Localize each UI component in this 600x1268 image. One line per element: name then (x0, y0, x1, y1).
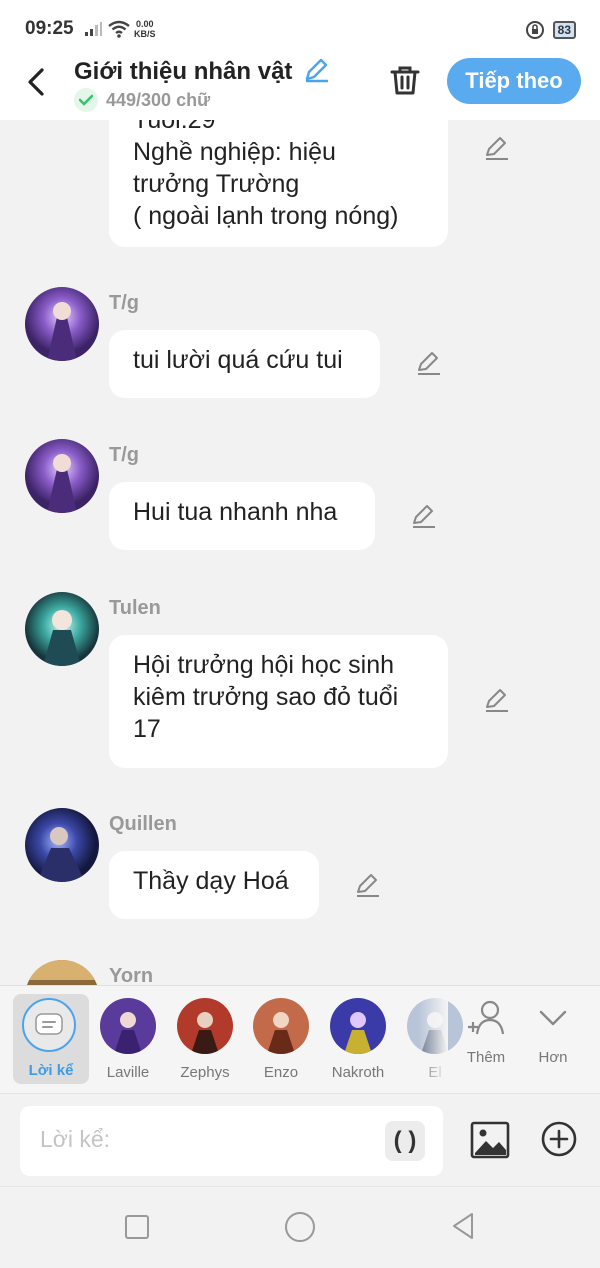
more-button[interactable]: Hơn (523, 1000, 583, 1066)
add-person-icon (468, 1000, 505, 1035)
message-line: Hội trưởng hội học sinh (133, 651, 395, 679)
edit-message-icon[interactable] (482, 687, 510, 715)
narrator-avatar (22, 998, 76, 1052)
status-time: 09:25 (25, 18, 74, 39)
home-icon[interactable] (285, 1212, 315, 1242)
character-avatar (177, 998, 233, 1054)
edit-title-pencil-icon[interactable] (302, 56, 330, 84)
message-bubble[interactable]: Thầy dạy Hoá (109, 851, 319, 919)
add-character-button[interactable]: Thêm (456, 1000, 516, 1066)
message-line: 17 (133, 715, 161, 743)
avatar[interactable] (25, 287, 99, 361)
nav-back-icon[interactable] (450, 1211, 476, 1241)
character-item[interactable]: Enzo (245, 998, 317, 1081)
back-arrow-icon[interactable] (22, 66, 52, 98)
character-avatar (100, 998, 156, 1054)
page-title: Giới thiệu nhân vật (74, 58, 293, 85)
char-count: 449/300 chữ (74, 88, 210, 112)
message-bubble[interactable]: Hui tua nhanh nha (109, 482, 375, 550)
signal-icon (85, 22, 102, 36)
recent-apps-icon[interactable] (125, 1215, 149, 1239)
character-item[interactable]: Nakroth (322, 998, 394, 1081)
sender-name: Yorn (109, 965, 154, 985)
char-count-text: 449/300 chữ (106, 89, 211, 110)
more-label: Hơn (538, 1049, 568, 1066)
rotation-lock-icon (525, 21, 544, 39)
input-placeholder: Lời kể: (40, 1126, 111, 1152)
character-avatar (330, 998, 386, 1054)
message-bubble[interactable]: tui lười quá cứu tui (109, 330, 380, 398)
message-line: tui lười quá cứu tui (133, 346, 343, 374)
avatar[interactable] (25, 960, 99, 985)
sender-name: T/g (109, 444, 139, 466)
chevron-down-icon (539, 1010, 567, 1026)
avatar[interactable] (25, 439, 99, 513)
character-item[interactable]: Laville (92, 998, 164, 1081)
image-icon[interactable] (470, 1120, 510, 1160)
narrator-tile[interactable]: Lời kể (13, 994, 89, 1084)
trash-icon[interactable] (388, 63, 422, 97)
header: Giới thiệu nhân vật 449/300 chữ Tiếp the… (0, 58, 600, 120)
message-icon (35, 1013, 63, 1035)
narrator-label: Lời kể (28, 1062, 74, 1079)
avatar[interactable] (25, 592, 99, 666)
character-item[interactable]: Zephys (169, 998, 241, 1081)
message-input[interactable]: Lời kể: ( ) (20, 1106, 443, 1176)
sender-name: T/g (109, 292, 139, 314)
net-speed-unit: KB/S (134, 29, 156, 39)
avatar[interactable] (25, 808, 99, 882)
parenthesis-button[interactable]: ( ) (385, 1121, 425, 1161)
chat-area[interactable]: Tuổi:29 Nghề nghiệp: hiệu trưởng Trường … (0, 120, 600, 985)
next-button[interactable]: Tiếp theo (447, 58, 581, 104)
message-line: Thầy dạy Hoá (133, 867, 289, 895)
system-nav-bar (0, 1186, 600, 1268)
message-line: Tuổi:29 (133, 120, 216, 134)
message-line: trưởng Trường (133, 170, 300, 198)
character-name: Nakroth (331, 1064, 385, 1081)
message-line: kiêm trưởng sao đỏ tuổi (133, 683, 399, 711)
message-line: Hui tua nhanh nha (133, 498, 338, 526)
edit-message-icon[interactable] (482, 135, 510, 163)
character-name: Laville (106, 1064, 150, 1081)
sender-name: Tulen (109, 597, 161, 619)
battery-indicator: 83 (552, 21, 576, 39)
edit-message-icon[interactable] (409, 503, 437, 531)
net-speed: 0.00 KB/S (134, 19, 156, 39)
character-name: Enzo (263, 1064, 299, 1081)
input-bar: Lời kể: ( ) (0, 1093, 600, 1187)
character-name: Zephys (180, 1064, 230, 1081)
add-character-label: Thêm (466, 1049, 506, 1066)
message-line: ( ngoài lạnh trong nóng) (133, 202, 399, 230)
net-speed-value: 0.00 (135, 19, 154, 29)
message-bubble[interactable]: Hội trưởng hội học sinh kiêm trưởng sao … (109, 635, 448, 768)
wifi-icon (108, 20, 130, 38)
status-bar: 09:25 0.00 KB/S 83 (0, 0, 600, 58)
edit-message-icon[interactable] (353, 872, 381, 900)
edit-message-icon[interactable] (414, 350, 442, 378)
character-avatar (253, 998, 309, 1054)
message-line: Nghề nghiệp: hiệu (133, 138, 336, 166)
character-strip: Lời kể Laville Zephys Enzo Nakroth El (0, 985, 600, 1094)
add-circle-icon[interactable] (540, 1120, 578, 1158)
message-bubble[interactable]: Tuổi:29 Nghề nghiệp: hiệu trưởng Trường … (109, 120, 448, 247)
check-icon (74, 88, 98, 112)
sender-name: Quillen (109, 813, 177, 835)
